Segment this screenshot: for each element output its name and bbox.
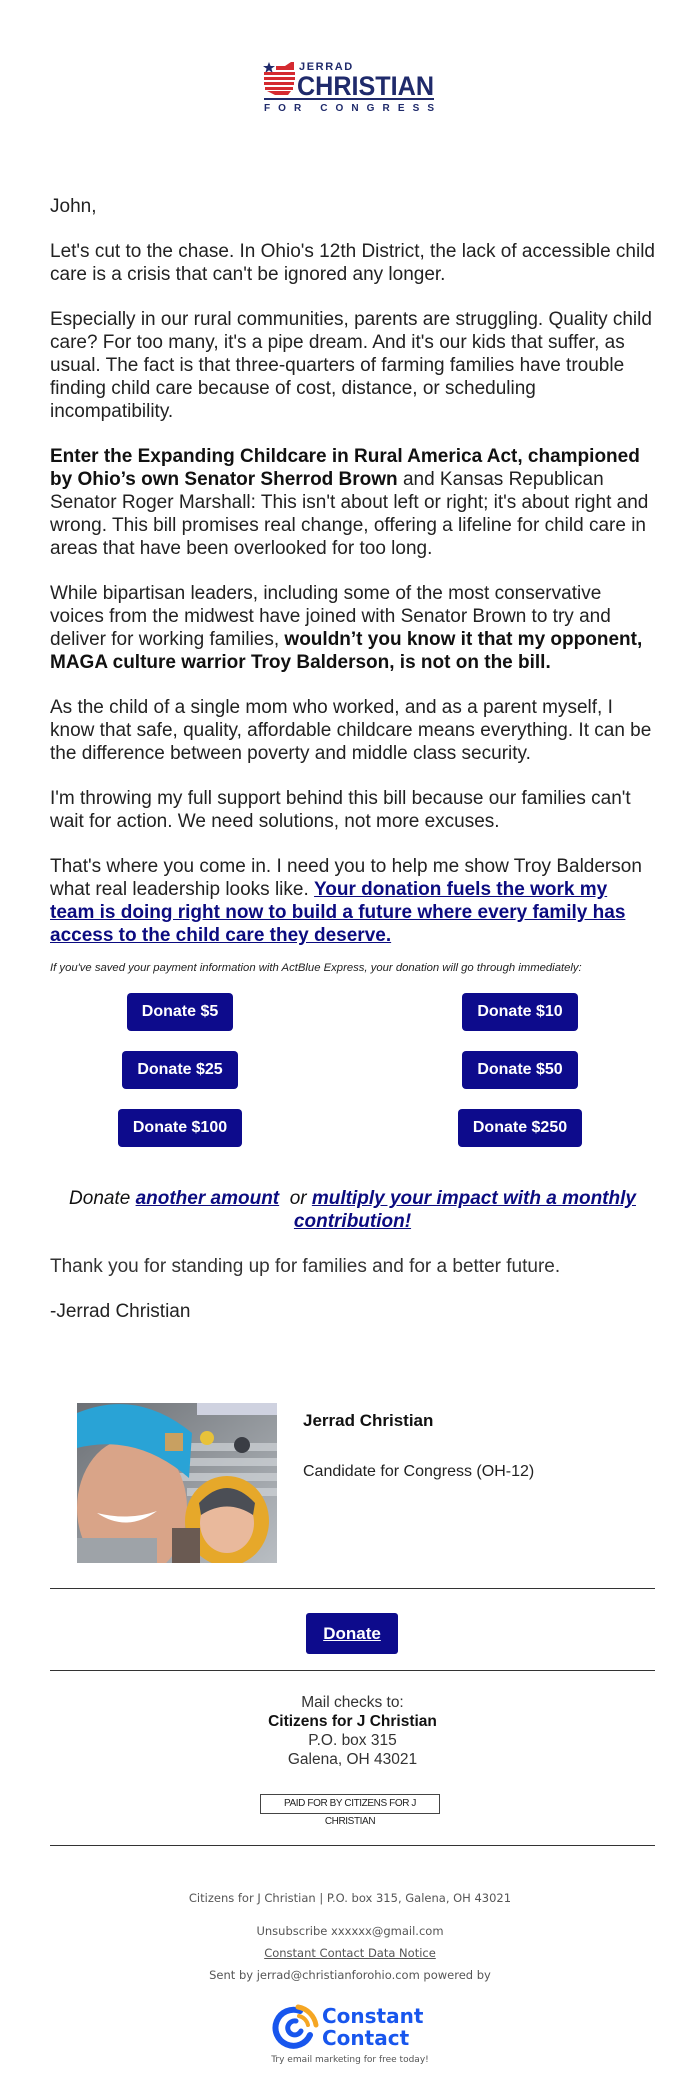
sent-by-line: Sent by jerrad@christianforohio.com powe… <box>209 1968 491 1982</box>
email-body: John, Let's cut to the chase. In Ohio's … <box>50 195 655 1345</box>
paragraph-6: I'm throwing my full support behind this… <box>50 788 631 832</box>
donate-10-button[interactable]: Donate $10 <box>462 993 578 1031</box>
monthly-contribution-link[interactable]: multiply your impact with a monthly cont… <box>294 1188 636 1232</box>
star-icon <box>263 62 275 73</box>
candidate-photo-graphic <box>77 1403 277 1563</box>
divider <box>50 1670 655 1671</box>
donate-button[interactable]: Donate <box>306 1613 398 1654</box>
donate-button-grid: Donate $5 Donate $10 Donate $25 Donate $… <box>50 993 655 1173</box>
unsubscribe-line: Unsubscribe xxxxxx@gmail.com <box>0 1920 700 1942</box>
mail-checks-block: Mail checks to: Citizens for J Christian… <box>50 1693 655 1769</box>
data-notice-line: Constant Contact Data Notice <box>0 1942 700 1964</box>
donate-250-button[interactable]: Donate $250 <box>458 1109 582 1147</box>
cc-logo-line1: Constant <box>322 2004 424 2028</box>
paragraph-1: Let's cut to the chase. In Ohio's 12th D… <box>50 241 655 285</box>
footer-address: Citizens for J Christian | P.O. box 315,… <box>188 1891 512 1905</box>
mail-address-1: P.O. box 315 <box>308 1732 397 1749</box>
signoff: -Jerrad Christian <box>50 1301 191 1322</box>
candidate-photo <box>77 1403 277 1563</box>
paragraph-3: Enter the Expanding Childcare in Rural A… <box>50 445 655 560</box>
signature-name: Jerrad Christian <box>303 1411 434 1430</box>
logo-line3: FOR CONGRESS <box>264 103 434 114</box>
email-page: JERRAD CHRISTIAN FOR CONGRESS John, Let'… <box>0 0 700 2083</box>
donate-50-button[interactable]: Donate $50 <box>462 1051 578 1089</box>
signature-block: Jerrad Christian Candidate for Congress … <box>77 1403 637 1568</box>
divider <box>50 1588 655 1589</box>
data-notice-link[interactable]: Constant Contact Data Notice <box>264 1946 436 1960</box>
mail-label: Mail checks to: <box>301 1694 404 1711</box>
alt-middle: or <box>279 1188 312 1209</box>
signature-title: Candidate for Congress (OH-12) <box>303 1463 535 1480</box>
another-amount-link[interactable]: another amount <box>136 1188 280 1209</box>
divider <box>50 1845 655 1846</box>
actblue-express-note: If you've saved your payment information… <box>50 962 582 974</box>
paragraph-5: As the child of a single mom who worked,… <box>50 697 652 764</box>
donate-25-button[interactable]: Donate $25 <box>122 1051 238 1089</box>
greeting: John, <box>50 196 97 217</box>
constant-contact-logo[interactable]: Constant Contact <box>270 2003 435 2053</box>
unsubscribe-email: xxxxxx@gmail.com <box>331 1924 444 1938</box>
alt-prefix: Donate <box>69 1188 136 1209</box>
constant-contact-logo-graphic: Constant Contact <box>272 2004 424 2050</box>
email-footer: Citizens for J Christian | P.O. box 315,… <box>0 1887 700 1986</box>
mail-address-2: Galena, OH 43021 <box>287 1751 418 1768</box>
logo-line2: CHRISTIAN <box>297 71 434 101</box>
campaign-logo[interactable]: JERRAD CHRISTIAN FOR CONGRESS <box>263 58 435 114</box>
mail-org: Citizens for J Christian <box>268 1713 437 1730</box>
paragraph-2: Especially in our rural communities, par… <box>50 309 652 422</box>
paragraph-4: While bipartisan leaders, including some… <box>50 582 655 674</box>
unsubscribe-link[interactable]: Unsubscribe <box>256 1924 327 1938</box>
donate-100-button[interactable]: Donate $100 <box>118 1109 242 1147</box>
alternate-donation-line: Donate another amount or multiply your i… <box>50 1187 655 1233</box>
paid-for-disclaimer: PAID FOR BY CITIZENS FOR J CHRISTIAN <box>260 1794 440 1827</box>
cc-logo-line2: Contact <box>322 2026 410 2050</box>
constant-contact-icon <box>272 2004 319 2049</box>
cc-tagline: Try email marketing for free today! <box>271 2055 429 2065</box>
thank-you-line: Thank you for standing up for families a… <box>50 1256 561 1277</box>
donate-5-button[interactable]: Donate $5 <box>127 993 233 1031</box>
campaign-logo-graphic: JERRAD CHRISTIAN FOR CONGRESS <box>263 61 434 114</box>
paragraph-7: That's where you come in. I need you to … <box>50 855 655 947</box>
